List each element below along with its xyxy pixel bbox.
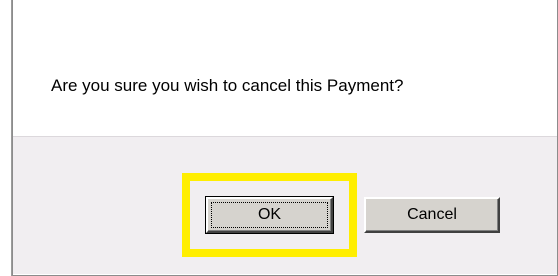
ok-button[interactable]: OK [205, 196, 334, 234]
confirm-cancel-payment-dialog: Are you sure you wish to cancel this Pay… [12, 0, 558, 276]
cancel-button[interactable]: Cancel [364, 197, 500, 233]
ok-button-label: OK [257, 206, 282, 223]
dialog-message: Are you sure you wish to cancel this Pay… [51, 76, 404, 95]
cancel-button-label: Cancel [407, 206, 457, 223]
dialog-message-area: Are you sure you wish to cancel this Pay… [13, 0, 557, 136]
dialog-button-area: OK Cancel [13, 136, 557, 274]
background-window-edge [0, 0, 12, 276]
